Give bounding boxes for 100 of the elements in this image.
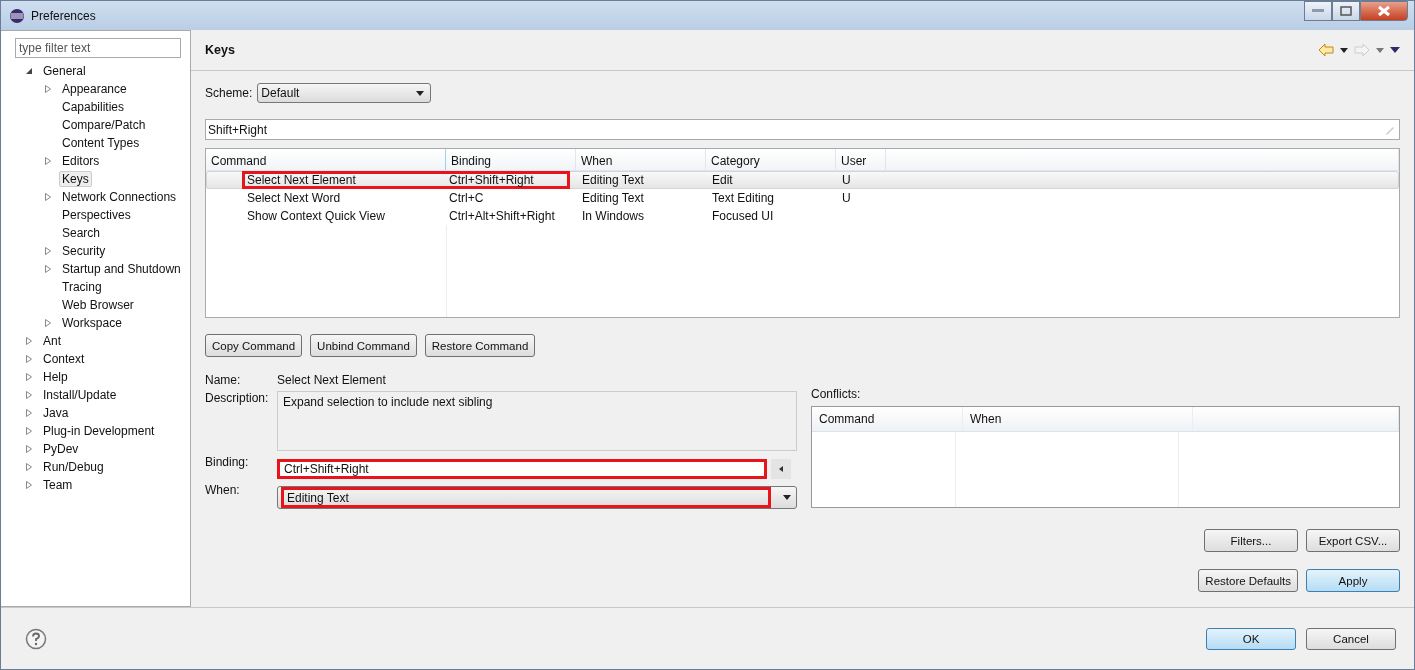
description-field: Expand selection to include next sibling: [277, 391, 797, 451]
app-logo-icon: [9, 7, 25, 24]
tree-item[interactable]: Web Browser: [59, 297, 137, 313]
table-cell-text: Focused UI: [711, 209, 775, 223]
collapsed-arrow-icon[interactable]: [44, 319, 52, 327]
collapsed-arrow-icon[interactable]: [25, 445, 33, 453]
tree-item[interactable]: Java: [40, 405, 72, 421]
expanded-arrow-icon[interactable]: [25, 67, 33, 75]
tree-item[interactable]: Startup and Shutdown: [59, 261, 184, 277]
tree-item[interactable]: Perspectives: [59, 207, 134, 223]
tree-item[interactable]: Editors: [59, 153, 103, 169]
tree-item[interactable]: Search: [59, 225, 104, 241]
binding-field[interactable]: Ctrl+Shift+Right: [277, 459, 767, 479]
close-button[interactable]: [1360, 1, 1408, 21]
tree-item[interactable]: Keys: [59, 171, 92, 187]
column-header[interactable]: When: [963, 407, 1193, 431]
column-header[interactable]: When: [576, 149, 706, 170]
table-cell-text: Text Editing: [711, 191, 776, 205]
table-cell-text: Ctrl+Alt+Shift+Right: [448, 209, 556, 223]
tree-item[interactable]: Context: [40, 351, 88, 367]
tree-item[interactable]: Security: [59, 243, 109, 259]
table-cell-text: Select Next Element: [246, 173, 357, 187]
scheme-label: Scheme:: [205, 86, 253, 100]
tree-item[interactable]: Network Connections: [59, 189, 180, 205]
collapsed-arrow-icon[interactable]: [44, 265, 52, 273]
collapsed-arrow-icon[interactable]: [44, 247, 52, 255]
tree-item[interactable]: Appearance: [59, 81, 130, 97]
command-button[interactable]: Copy Command: [205, 334, 303, 357]
collapsed-arrow-icon[interactable]: [44, 85, 52, 93]
dropdown-arrow-icon: [783, 495, 791, 500]
tree-item[interactable]: Help: [40, 369, 71, 385]
table-cell-text: Ctrl+C: [448, 191, 485, 205]
collapsed-arrow-icon[interactable]: [44, 193, 52, 201]
help-icon[interactable]: [25, 627, 47, 650]
tree-item[interactable]: Ant: [40, 333, 64, 349]
table-cell-text: U: [841, 173, 852, 187]
arrow-button[interactable]: [771, 459, 791, 479]
collapsed-arrow-icon[interactable]: [25, 337, 33, 345]
column-header[interactable]: Category: [706, 149, 836, 170]
page-title: Keys: [205, 43, 235, 57]
apply-button[interactable]: Apply: [1306, 569, 1400, 592]
search-field[interactable]: Shift+Right: [205, 119, 1400, 140]
column-header[interactable]: Command: [206, 149, 446, 170]
table-cell-text: Editing Text: [581, 173, 645, 187]
command-button[interactable]: Restore Command: [424, 334, 536, 357]
table-cell-text: Ctrl+Shift+Right: [448, 173, 535, 187]
table-cell-text: Select Next Word: [246, 191, 342, 205]
command-button[interactable]: Unbind Command: [310, 334, 417, 357]
tree-item[interactable]: Content Types: [59, 135, 143, 151]
collapsed-arrow-icon[interactable]: [25, 427, 33, 435]
filter-field[interactable]: type filter text: [15, 38, 181, 58]
tree-item[interactable]: Tracing: [59, 279, 105, 295]
column-header[interactable]: User: [836, 149, 886, 170]
dropdown-arrow-icon[interactable]: [1340, 47, 1348, 53]
tree-item[interactable]: Team: [40, 477, 76, 493]
table-cell-text: Edit: [711, 173, 734, 187]
restore-defaults-button[interactable]: Restore Defaults: [1198, 569, 1298, 592]
tree-item[interactable]: General: [40, 63, 89, 79]
table-row[interactable]: Select Next Element Ctrl+Shift+Right Editing Text Edit U: [206, 171, 1399, 189]
table-row[interactable]: Show Context Quick View Ctrl+Alt+Shift+Right In Windows Focused UI: [206, 207, 1399, 225]
tree-item[interactable]: Capabilities: [59, 99, 128, 115]
tree-item[interactable]: Install/Update: [40, 387, 120, 403]
scheme-dropdown[interactable]: Default: [257, 83, 432, 103]
collapsed-arrow-icon[interactable]: [25, 373, 33, 381]
conflicts-label: Conflicts:: [811, 387, 862, 401]
ok-button[interactable]: OK: [1206, 627, 1296, 650]
tree-item[interactable]: PyDev: [40, 441, 82, 457]
collapsed-arrow-icon[interactable]: [44, 157, 52, 165]
window-title: Preferences: [31, 8, 96, 23]
collapsed-arrow-icon[interactable]: [25, 481, 33, 489]
binding-label: Binding:: [205, 455, 250, 469]
page-button[interactable]: Filters...: [1204, 529, 1298, 552]
table-cell-text: Show Context Quick View: [246, 209, 386, 223]
maximize-icon: [1340, 6, 1352, 16]
collapsed-arrow-icon[interactable]: [25, 463, 33, 471]
table-row[interactable]: Select Next Word Ctrl+C Editing Text Text Editing U: [206, 189, 1399, 207]
column-header[interactable]: Command: [812, 407, 963, 431]
page-button[interactable]: Export CSV...: [1306, 529, 1400, 552]
tree-item[interactable]: Plug-in Development: [40, 423, 158, 439]
left-arrow-icon: [779, 466, 783, 472]
cancel-button[interactable]: Cancel: [1306, 627, 1396, 650]
name-value: Select Next Element: [277, 373, 386, 387]
collapsed-arrow-icon[interactable]: [25, 391, 33, 399]
column-header[interactable]: Binding: [446, 149, 576, 170]
dropdown-arrow-icon: [416, 90, 425, 96]
table-cell-text: U: [841, 191, 852, 205]
name-label: Name:: [205, 373, 242, 387]
when-label: When:: [205, 483, 241, 497]
tree-item[interactable]: Workspace: [59, 315, 125, 331]
view-menu-icon[interactable]: [1390, 47, 1400, 53]
minimize-button[interactable]: [1304, 1, 1332, 21]
back-arrow-icon[interactable]: [1318, 43, 1334, 57]
maximize-button[interactable]: [1332, 1, 1360, 21]
table-cell-text: In Windows: [581, 209, 646, 223]
tree-item[interactable]: Compare/Patch: [59, 117, 149, 133]
minimize-icon: [1311, 8, 1325, 14]
collapsed-arrow-icon[interactable]: [25, 355, 33, 363]
table-cell-text: Editing Text: [581, 191, 645, 205]
collapsed-arrow-icon[interactable]: [25, 409, 33, 417]
tree-item[interactable]: Run/Debug: [40, 459, 107, 475]
